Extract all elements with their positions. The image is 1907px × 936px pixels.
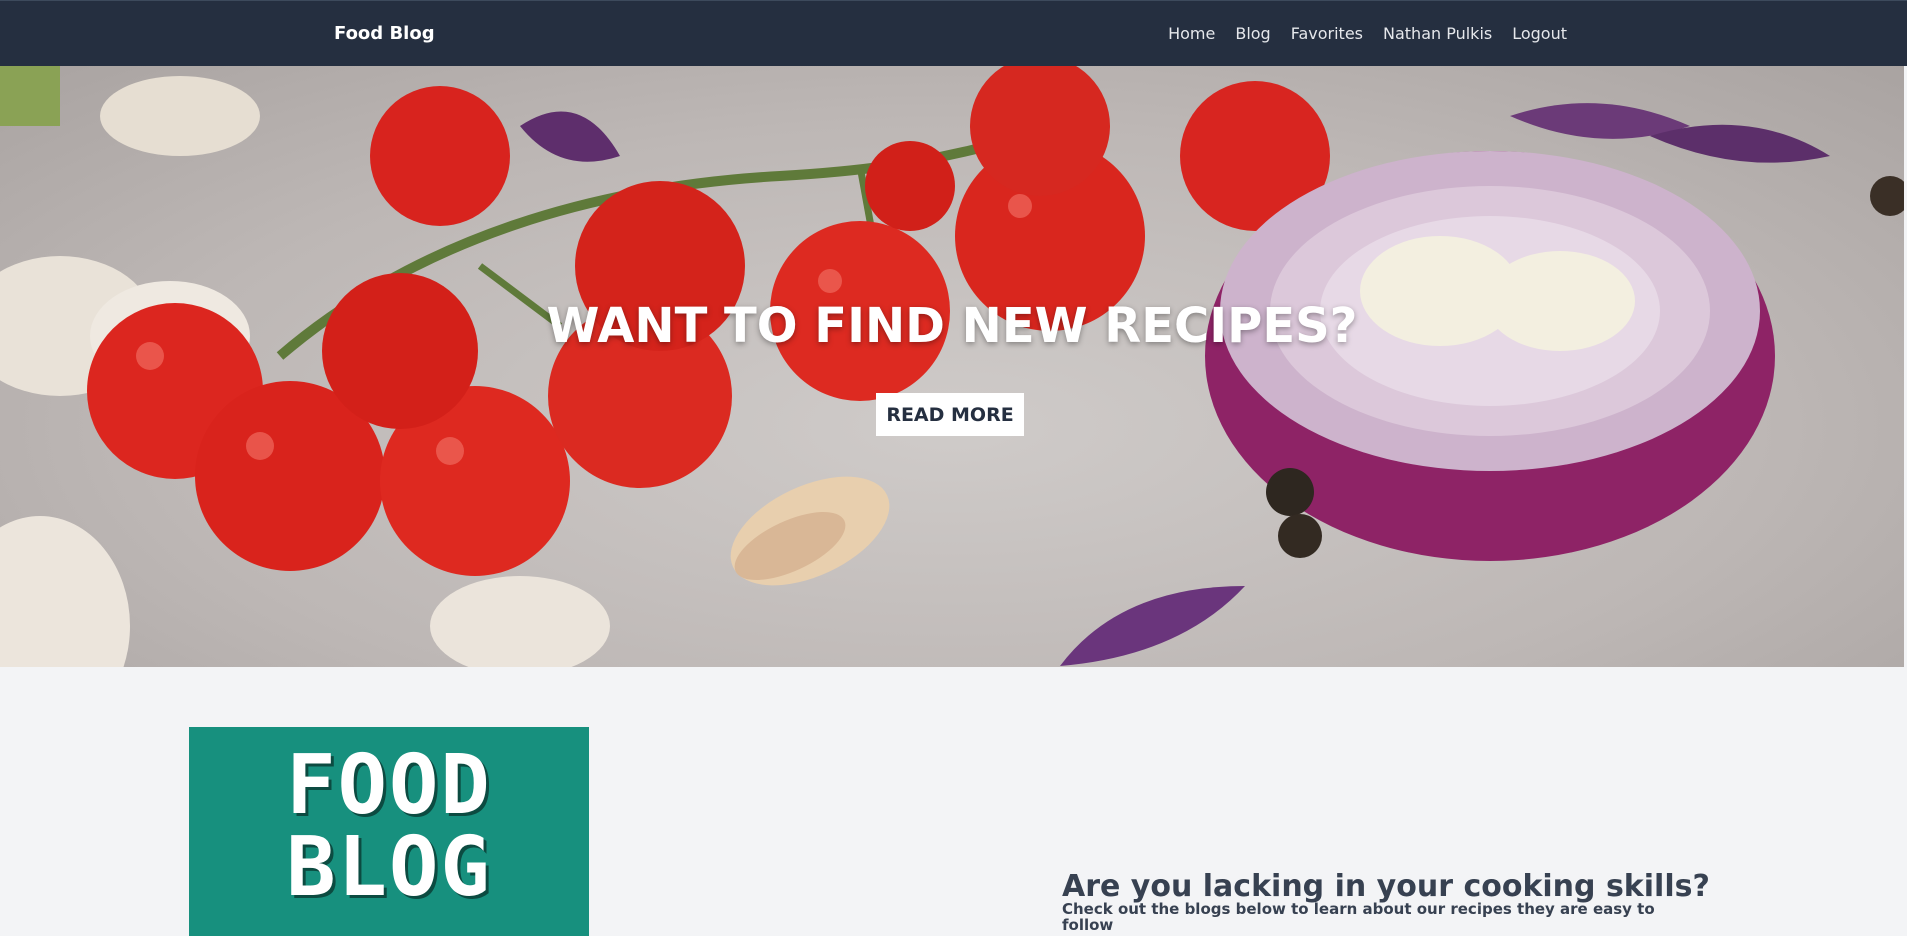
brand-logo-text[interactable]: Food Blog xyxy=(334,23,435,44)
main-content: FOOD BLOG Are you lacking in your cookin… xyxy=(0,667,1907,936)
food-blog-image-title: FOOD BLOG xyxy=(189,745,589,909)
nav-links: Home Blog Favorites Nathan Pulkis Logout xyxy=(1168,24,1567,43)
nav-favorites-link[interactable]: Favorites xyxy=(1291,24,1363,43)
food-blog-image-line1: FOOD xyxy=(286,738,492,833)
nav-profile-link[interactable]: Nathan Pulkis xyxy=(1383,24,1492,43)
food-blog-image[interactable]: FOOD BLOG xyxy=(189,727,589,936)
hero-background-image xyxy=(0,66,1904,667)
nav-blog-link[interactable]: Blog xyxy=(1235,24,1270,43)
hero-banner: WANT TO FIND NEW RECIPES? READ MORE xyxy=(0,66,1904,667)
food-blog-image-line2: BLOG xyxy=(286,820,492,915)
nav-logout-link[interactable]: Logout xyxy=(1512,24,1567,43)
read-more-button[interactable]: READ MORE xyxy=(876,393,1024,436)
nav-home-link[interactable]: Home xyxy=(1168,24,1215,43)
section-subheading: Check out the blogs below to learn about… xyxy=(1062,900,1655,934)
section-heading: Are you lacking in your cooking skills? xyxy=(1062,869,1710,904)
hero-title: WANT TO FIND NEW RECIPES? xyxy=(546,298,1358,354)
top-navbar: Food Blog Home Blog Favorites Nathan Pul… xyxy=(0,0,1907,66)
